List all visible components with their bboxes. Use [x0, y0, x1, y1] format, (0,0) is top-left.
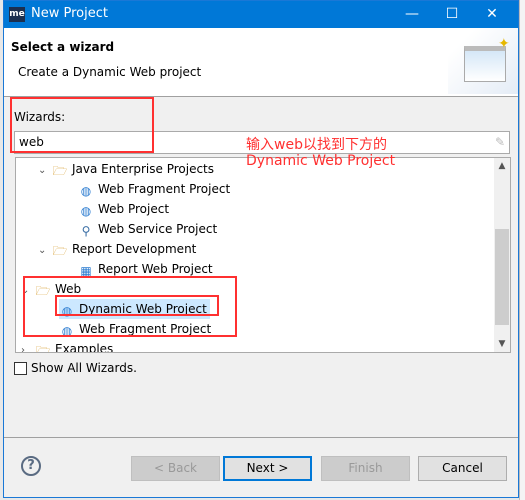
app-logo-icon: me: [9, 7, 25, 22]
wizard-header: Select a wizard Create a Dynamic Web pro…: [4, 28, 518, 97]
window-title: New Project: [31, 6, 108, 21]
wizard-banner-icon: ✦: [448, 28, 518, 94]
cancel-button[interactable]: Cancel: [418, 456, 507, 481]
folder-open-icon: 🗁: [52, 164, 68, 178]
finish-button[interactable]: Finish: [321, 456, 410, 481]
tree-item[interactable]: ◍ Web Fragment Project: [78, 179, 230, 199]
page-title: Select a wizard: [11, 40, 115, 54]
title-bar: me New Project — ☐ ✕: [4, 1, 518, 28]
chevron-down-icon[interactable]: ⌄: [38, 241, 52, 261]
back-button[interactable]: < Back: [131, 456, 220, 481]
web-fragment-icon: ◍: [80, 184, 92, 198]
next-button[interactable]: Next >: [223, 456, 312, 481]
chevron-right-icon[interactable]: ›: [21, 341, 35, 352]
annotation-text: 输入web以找到下方的: [246, 137, 387, 153]
new-project-dialog: me New Project — ☐ ✕ Select a wizard Cre…: [3, 0, 519, 498]
minimize-button[interactable]: —: [392, 3, 432, 25]
annotation-box-filter: [10, 97, 154, 153]
annotation-box-dynamic: [55, 295, 219, 316]
scroll-up-icon[interactable]: ▲: [494, 158, 510, 174]
tree-item[interactable]: ◍ Web Project: [78, 199, 169, 219]
tree-item[interactable]: ⚲ Web Service Project: [78, 219, 218, 239]
web-service-icon: ⚲: [81, 224, 91, 238]
clear-filter-icon[interactable]: ✎: [495, 135, 505, 149]
tree-item[interactable]: ⌄ 🗁 Report Development: [38, 239, 196, 259]
close-button[interactable]: ✕: [472, 3, 512, 25]
show-all-label: Show All Wizards.: [31, 361, 137, 375]
chevron-down-icon[interactable]: ⌄: [38, 161, 52, 181]
help-icon[interactable]: ?: [21, 456, 41, 476]
scroll-down-icon[interactable]: ▼: [494, 336, 510, 352]
folder-icon: 🗁: [35, 344, 51, 353]
checkbox-box[interactable]: [14, 361, 27, 375]
folder-open-icon: 🗁: [52, 244, 68, 258]
scroll-thumb[interactable]: [495, 229, 509, 325]
web-project-icon: ◍: [80, 204, 92, 218]
divider: [4, 437, 518, 438]
maximize-button[interactable]: ☐: [432, 3, 472, 25]
page-description: Create a Dynamic Web project: [18, 65, 202, 79]
annotation-text: Dynamic Web Project: [246, 153, 396, 169]
vertical-scrollbar[interactable]: ▲ ▼: [494, 158, 510, 352]
background-window: [519, 0, 525, 500]
tree-item[interactable]: › 🗁 Examples: [21, 339, 113, 353]
tree-item[interactable]: ⌄ 🗁 Java Enterprise Projects: [38, 159, 214, 179]
show-all-wizards-checkbox[interactable]: Show All Wizards.: [14, 361, 137, 375]
